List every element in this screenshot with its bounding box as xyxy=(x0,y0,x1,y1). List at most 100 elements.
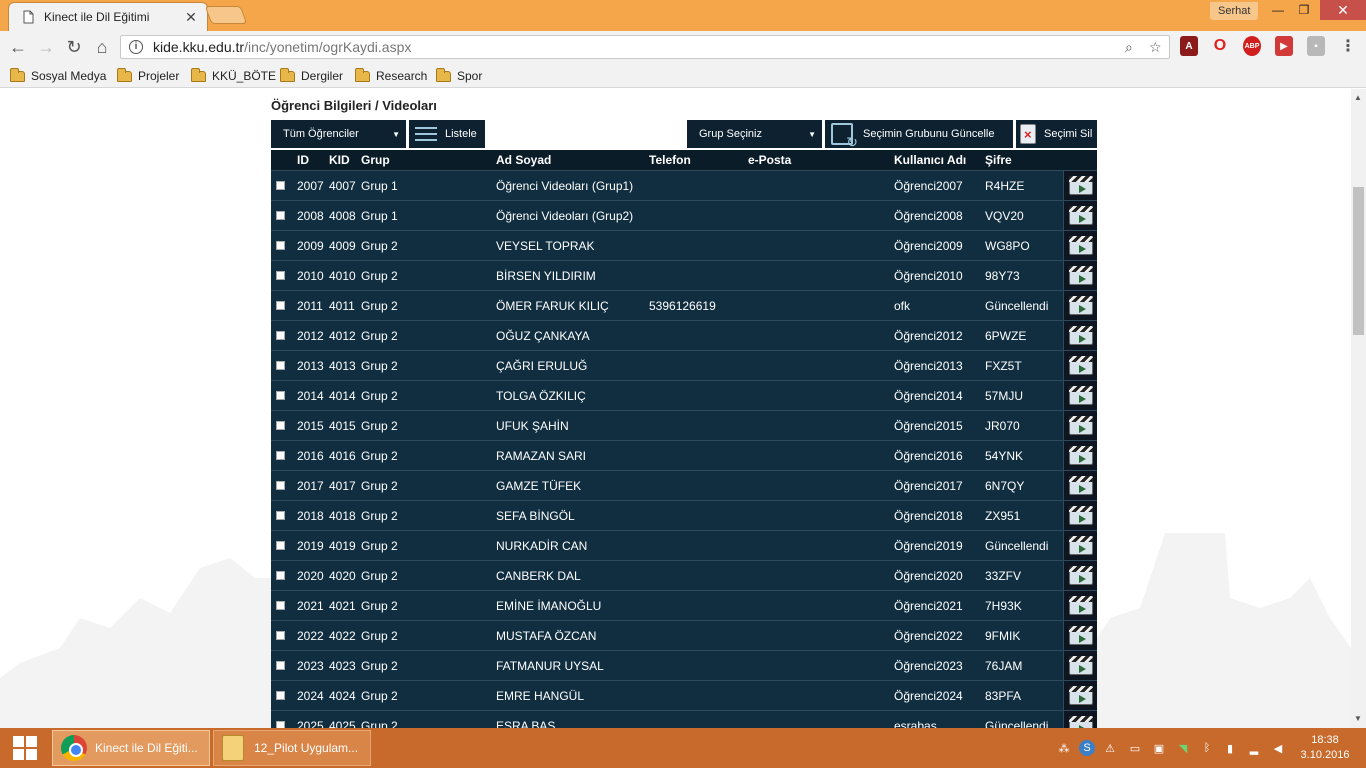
table-row[interactable]: 2007 4007 Grup 1 Öğrenci Videoları (Grup1) Ö… xyxy=(271,170,1097,200)
video-button[interactable] xyxy=(1063,441,1097,470)
bluetooth-icon[interactable]: ᛒ xyxy=(1199,740,1215,756)
row-checkbox[interactable] xyxy=(276,271,285,280)
video-button[interactable] xyxy=(1063,231,1097,260)
row-checkbox[interactable] xyxy=(276,691,285,700)
back-icon[interactable]: ← xyxy=(5,35,31,59)
bookmark-folder[interactable]: Sosyal Medya xyxy=(10,67,106,85)
wifi-signal-icon[interactable]: ▂ xyxy=(1246,740,1262,756)
student-filter-select[interactable]: Tüm Öğrenciler ▼ xyxy=(271,120,406,148)
minimize-icon[interactable]: — xyxy=(1264,0,1292,20)
display-icon[interactable]: ▭ xyxy=(1127,740,1143,756)
bookmark-folder[interactable]: Research xyxy=(355,67,427,85)
taskbar-item-folder[interactable]: 12_Pilot Uygulam... xyxy=(213,730,371,766)
table-row[interactable]: 2010 4010 Grup 2 BİRSEN YILDIRIM Öğrenci2010… xyxy=(271,260,1097,290)
home-icon[interactable]: ⌂ xyxy=(89,35,115,59)
volume-icon[interactable]: ◀ xyxy=(1270,740,1286,756)
row-checkbox[interactable] xyxy=(276,391,285,400)
video-button[interactable] xyxy=(1063,531,1097,560)
table-row[interactable]: 2019 4019 Grup 2 NURKADİR CAN Öğrenci2019 Gün… xyxy=(271,530,1097,560)
table-row[interactable]: 2012 4012 Grup 2 OĞUZ ÇANKAYA Öğrenci2012 6PW… xyxy=(271,320,1097,350)
tab-close-icon[interactable]: ✕ xyxy=(183,9,199,26)
row-checkbox[interactable] xyxy=(276,421,285,430)
bookmark-folder[interactable]: KKÜ_BÖTE xyxy=(191,67,276,85)
row-checkbox[interactable] xyxy=(276,601,285,610)
update-group-button[interactable]: Seçimin Grubunu Güncelle xyxy=(825,120,1013,151)
video-button[interactable] xyxy=(1063,651,1097,680)
table-row[interactable]: 2020 4020 Grup 2 CANBERK DAL Öğrenci2020 33ZF… xyxy=(271,560,1097,590)
table-row[interactable]: 2009 4009 Grup 2 VEYSEL TOPRAK Öğrenci2009 WG… xyxy=(271,230,1097,260)
nvidia-icon[interactable]: ◥ xyxy=(1175,740,1191,756)
group-select[interactable]: Grup Seçiniz ▼ xyxy=(687,120,822,148)
video-button[interactable] xyxy=(1063,471,1097,500)
table-row[interactable]: 2024 4024 Grup 2 EMRE HANGÜL Öğrenci2024 83PF… xyxy=(271,680,1097,710)
video-button[interactable] xyxy=(1063,291,1097,320)
video-button[interactable] xyxy=(1063,561,1097,590)
table-row[interactable]: 2017 4017 Grup 2 GAMZE TÜFEK Öğrenci2017 6N7Q… xyxy=(271,470,1097,500)
table-row[interactable]: 2014 4014 Grup 2 TOLGA ÖZKILIÇ Öğrenci2014 57… xyxy=(271,380,1097,410)
extension-icon[interactable]: ▪ xyxy=(1307,36,1325,56)
restore-icon[interactable]: ❐ xyxy=(1290,0,1318,20)
scroll-thumb[interactable] xyxy=(1353,187,1364,335)
video-button[interactable] xyxy=(1063,321,1097,350)
media-extension-icon[interactable]: ▶ xyxy=(1275,36,1293,56)
video-button[interactable] xyxy=(1063,621,1097,650)
video-button[interactable] xyxy=(1063,681,1097,710)
skype-icon[interactable]: S xyxy=(1079,740,1095,756)
zoom-icon[interactable]: ⌕ xyxy=(1125,39,1133,56)
row-checkbox[interactable] xyxy=(276,721,285,728)
row-checkbox[interactable] xyxy=(276,541,285,550)
browser-tab[interactable]: Kinect ile Dil Eğitimi ✕ xyxy=(8,2,208,31)
bookmark-folder[interactable]: Projeler xyxy=(117,67,179,85)
row-checkbox[interactable] xyxy=(276,511,285,520)
reload-icon[interactable]: ↻ xyxy=(61,35,87,59)
table-row[interactable]: 2021 4021 Grup 2 EMİNE İMANOĞLU Öğrenci2021 7… xyxy=(271,590,1097,620)
video-button[interactable] xyxy=(1063,171,1097,200)
menu-icon[interactable]: ⋮ xyxy=(1339,36,1357,56)
delete-selection-button[interactable]: Seçimi Sil xyxy=(1016,120,1097,148)
row-checkbox[interactable] xyxy=(276,661,285,670)
bookmark-folder[interactable]: Dergiler xyxy=(280,67,343,85)
row-checkbox[interactable] xyxy=(276,241,285,250)
row-checkbox[interactable] xyxy=(276,451,285,460)
video-button[interactable] xyxy=(1063,501,1097,530)
video-button[interactable] xyxy=(1063,201,1097,230)
page-scrollbar[interactable]: ▲ ▼ xyxy=(1351,89,1366,728)
table-row[interactable]: 2015 4015 Grup 2 UFUK ŞAHİN Öğrenci2015 JR070 xyxy=(271,410,1097,440)
row-checkbox[interactable] xyxy=(276,481,285,490)
taskbar-item-chrome[interactable]: Kinect ile Dil Eğiti... xyxy=(52,730,210,766)
table-row[interactable]: 2025 4025 Grup 2 ESRA BAŞ esrabas Güncellendi xyxy=(271,710,1097,728)
list-button[interactable]: Listele xyxy=(409,120,485,148)
row-checkbox[interactable] xyxy=(276,181,285,190)
bookmark-folder[interactable]: Spor xyxy=(436,67,482,85)
row-checkbox[interactable] xyxy=(276,211,285,220)
table-row[interactable]: 2008 4008 Grup 1 Öğrenci Videoları (Grup2) Ö… xyxy=(271,200,1097,230)
row-checkbox[interactable] xyxy=(276,301,285,310)
row-checkbox[interactable] xyxy=(276,571,285,580)
video-button[interactable] xyxy=(1063,591,1097,620)
table-row[interactable]: 2016 4016 Grup 2 RAMAZAN SARI Öğrenci2016 54Y… xyxy=(271,440,1097,470)
video-button[interactable] xyxy=(1063,711,1097,728)
scroll-up-icon[interactable]: ▲ xyxy=(1354,93,1362,102)
profile-button[interactable]: Serhat xyxy=(1210,2,1259,20)
opera-extension-icon[interactable]: O xyxy=(1211,36,1229,56)
table-row[interactable]: 2013 4013 Grup 2 ÇAĞRI ERULUĞ Öğrenci2013 FXZ… xyxy=(271,350,1097,380)
start-button[interactable] xyxy=(0,728,50,768)
app-tray-icon[interactable]: ▣ xyxy=(1151,740,1167,756)
table-row[interactable]: 2022 4022 Grup 2 MUSTAFA ÖZCAN Öğrenci2022 9F… xyxy=(271,620,1097,650)
bookmark-star-icon[interactable]: ☆ xyxy=(1149,39,1162,56)
info-icon[interactable]: i xyxy=(129,40,143,54)
video-button[interactable] xyxy=(1063,381,1097,410)
forward-icon[interactable]: → xyxy=(33,35,59,59)
table-row[interactable]: 2023 4023 Grup 2 FATMANUR UYSAL Öğrenci2023 7… xyxy=(271,650,1097,680)
address-bar[interactable]: i kide.kku.edu.tr/inc/yonetim/ogrKaydi.a… xyxy=(120,35,1170,59)
battery-icon[interactable]: ▮ xyxy=(1222,740,1238,756)
row-checkbox[interactable] xyxy=(276,361,285,370)
video-button[interactable] xyxy=(1063,261,1097,290)
acrobat-extension-icon[interactable]: A xyxy=(1180,36,1198,56)
row-checkbox[interactable] xyxy=(276,631,285,640)
video-button[interactable] xyxy=(1063,411,1097,440)
scroll-down-icon[interactable]: ▼ xyxy=(1354,714,1362,723)
video-button[interactable] xyxy=(1063,351,1097,380)
network-share-icon[interactable]: ⁂ xyxy=(1056,740,1072,756)
table-row[interactable]: 2018 4018 Grup 2 SEFA BİNGÖL Öğrenci2018 ZX95… xyxy=(271,500,1097,530)
